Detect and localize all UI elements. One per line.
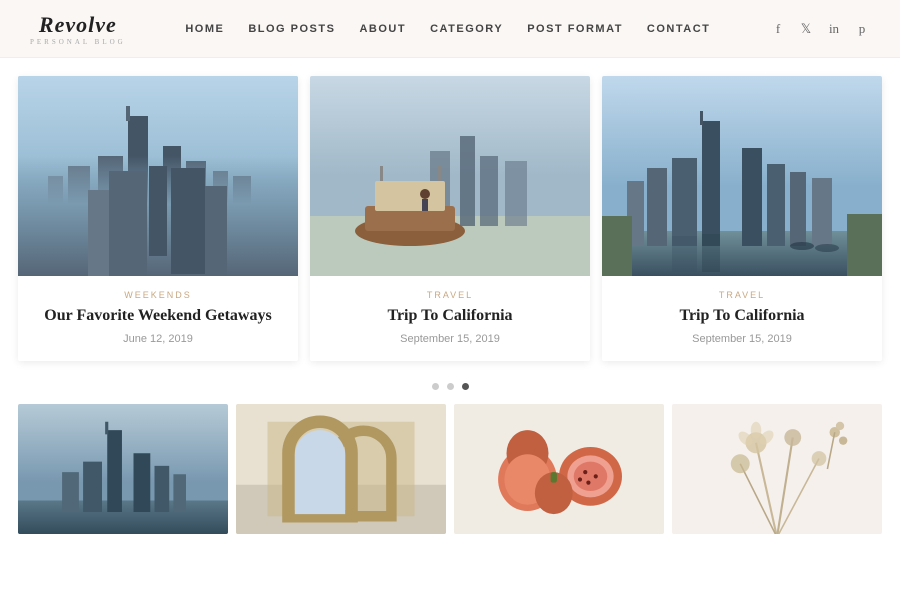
nav-home[interactable]: HOME xyxy=(185,23,224,35)
card-img-bg-3 xyxy=(602,76,882,276)
post-card-1[interactable]: WEEKENDS Our Favorite Weekend Getaways J… xyxy=(18,76,298,361)
nav-contact[interactable]: CONTACT xyxy=(647,23,710,35)
nav-post-format[interactable]: POST FORMAT xyxy=(527,23,623,35)
dot-2[interactable] xyxy=(447,383,454,390)
facebook-icon[interactable]: f xyxy=(770,21,786,37)
grid-item-4[interactable] xyxy=(672,404,882,534)
card-content-3: TRAVEL Trip To California September 15, … xyxy=(602,276,882,361)
card-category-3: TRAVEL xyxy=(618,290,866,300)
site-header: Revolve PERSONAL BLOG HOME BLOG POSTS AB… xyxy=(0,0,900,58)
card-category-2: TRAVEL xyxy=(326,290,574,300)
card-image-1 xyxy=(18,76,298,276)
grid-item-2[interactable] xyxy=(236,404,446,534)
dot-1[interactable] xyxy=(432,383,439,390)
card-content-2: TRAVEL Trip To California September 15, … xyxy=(310,276,590,361)
grid-item-3[interactable] xyxy=(454,404,664,534)
twitter-icon[interactable]: 𝕏 xyxy=(798,21,814,37)
dot-3[interactable] xyxy=(462,383,469,390)
pinterest-icon[interactable]: p xyxy=(854,21,870,37)
logo-tagline: PERSONAL BLOG xyxy=(30,38,126,46)
logo-name: Revolve xyxy=(39,12,117,38)
card-image-2 xyxy=(310,76,590,276)
logo[interactable]: Revolve PERSONAL BLOG xyxy=(30,12,126,46)
card-date-1: June 12, 2019 xyxy=(34,333,282,345)
card-date-3: September 15, 2019 xyxy=(618,333,866,345)
card-title-3: Trip To California xyxy=(618,306,866,327)
card-image-3 xyxy=(602,76,882,276)
post-card-2[interactable]: TRAVEL Trip To California September 15, … xyxy=(310,76,590,361)
card-img-bg-2 xyxy=(310,76,590,276)
card-img-bg-1 xyxy=(18,76,298,276)
card-title-2: Trip To California xyxy=(326,306,574,327)
grid-item-1[interactable] xyxy=(18,404,228,534)
card-content-1: WEEKENDS Our Favorite Weekend Getaways J… xyxy=(18,276,298,361)
featured-posts: WEEKENDS Our Favorite Weekend Getaways J… xyxy=(0,58,900,373)
nav-category[interactable]: CATEGORY xyxy=(430,23,503,35)
card-category-1: WEEKENDS xyxy=(34,290,282,300)
image-grid xyxy=(0,404,900,534)
post-card-3[interactable]: TRAVEL Trip To California September 15, … xyxy=(602,76,882,361)
nav-blog-posts[interactable]: BLOG POSTS xyxy=(248,23,335,35)
cards-row: WEEKENDS Our Favorite Weekend Getaways J… xyxy=(18,76,882,361)
linkedin-icon[interactable]: in xyxy=(826,21,842,37)
social-links: f 𝕏 in p xyxy=(770,21,870,37)
slider-dots xyxy=(0,373,900,404)
card-title-1: Our Favorite Weekend Getaways xyxy=(34,306,282,327)
card-date-2: September 15, 2019 xyxy=(326,333,574,345)
main-nav: HOME BLOG POSTS ABOUT CATEGORY POST FORM… xyxy=(185,23,710,35)
nav-about[interactable]: ABOUT xyxy=(359,23,406,35)
